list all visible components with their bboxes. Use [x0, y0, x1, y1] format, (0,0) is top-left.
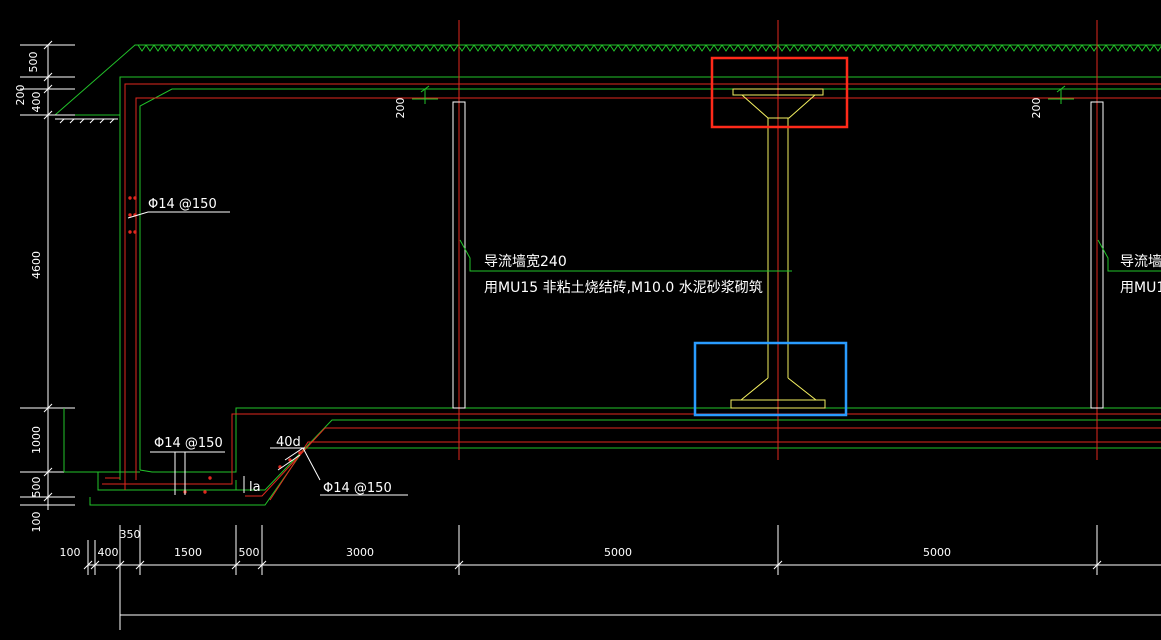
dim-100: 100	[30, 512, 43, 533]
bottom-dim-500: 500	[239, 546, 260, 559]
bottom-dim-1500: 1500	[174, 546, 202, 559]
bottom-dim-100: 100	[60, 546, 81, 559]
gap-label-left: 200	[394, 98, 407, 119]
dim-400: 400	[30, 92, 43, 113]
rebar-label-wall: Φ14 @150	[148, 197, 217, 212]
rebar-label-40d: 40d	[276, 435, 301, 450]
ground-hatch	[137, 44, 1161, 52]
dim-500-bottom: 500	[30, 477, 43, 498]
column-top-highlight-box[interactable]	[710, 56, 849, 129]
rebar-label-slope: Φ14 @150	[323, 481, 392, 496]
left-dimension-chain	[20, 44, 75, 510]
wall-note-right-line1: 导流墙宽	[1120, 253, 1161, 270]
dim-500-top: 500	[27, 52, 40, 73]
left-dim-green-marks	[63, 408, 98, 473]
wall-note-line1: 导流墙宽240	[484, 253, 567, 270]
cad-drawing-canvas[interactable]: 500 200 400 4600 1000 500 100 100 400 35…	[0, 0, 1161, 640]
bottom-dim-5000-b: 5000	[923, 546, 951, 559]
bottom-dimension-chain	[87, 525, 1161, 630]
gap-label-right: 200	[1030, 98, 1043, 119]
dim-200: 200	[14, 85, 27, 106]
rebar-lines	[102, 20, 1161, 501]
wall-note-line2: 用MU15 非粘土烧结砖,M10.0 水泥砂浆砌筑	[484, 280, 763, 296]
dim-1000: 1000	[30, 426, 43, 454]
bottom-dim-3000: 3000	[346, 546, 374, 559]
wall-note-right-line2: 用MU1	[1120, 280, 1161, 296]
bottom-dim-350: 350	[120, 528, 141, 541]
soil-hatch-left	[55, 118, 118, 124]
bottom-dim-400: 400	[98, 546, 119, 559]
dim-4600: 4600	[30, 251, 43, 279]
ground-surface	[54, 44, 1161, 116]
column-base-highlight-box[interactable]	[693, 341, 848, 417]
rebar-leaders	[127, 211, 408, 496]
rebar-label-la: la	[249, 480, 261, 495]
bottom-dim-5000-a: 5000	[604, 546, 632, 559]
rebar-label-base: Φ14 @150	[154, 436, 223, 451]
